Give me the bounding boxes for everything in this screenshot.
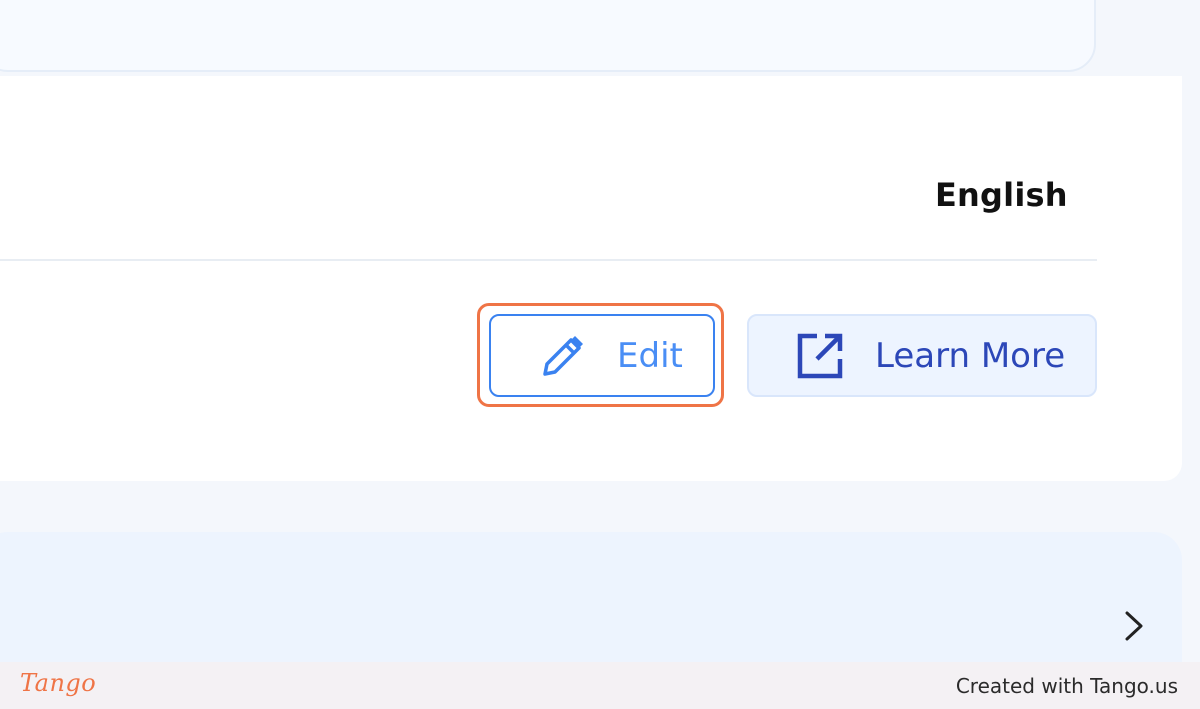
chevron-right-icon[interactable] xyxy=(1118,608,1150,644)
external-link-icon xyxy=(797,333,843,378)
pencil-icon xyxy=(543,335,583,376)
learn-more-label: Learn More xyxy=(875,335,1066,376)
learn-more-button[interactable]: Learn More xyxy=(747,314,1097,397)
edit-button[interactable]: Edit xyxy=(489,314,715,397)
top-panel xyxy=(0,0,1096,72)
language-settings-card xyxy=(0,76,1182,481)
tango-credit: Created with Tango.us xyxy=(955,674,1178,698)
divider xyxy=(0,259,1097,261)
language-value: English xyxy=(935,176,1068,214)
tango-logo: Tango xyxy=(20,669,97,697)
edit-label: Edit xyxy=(617,335,683,376)
